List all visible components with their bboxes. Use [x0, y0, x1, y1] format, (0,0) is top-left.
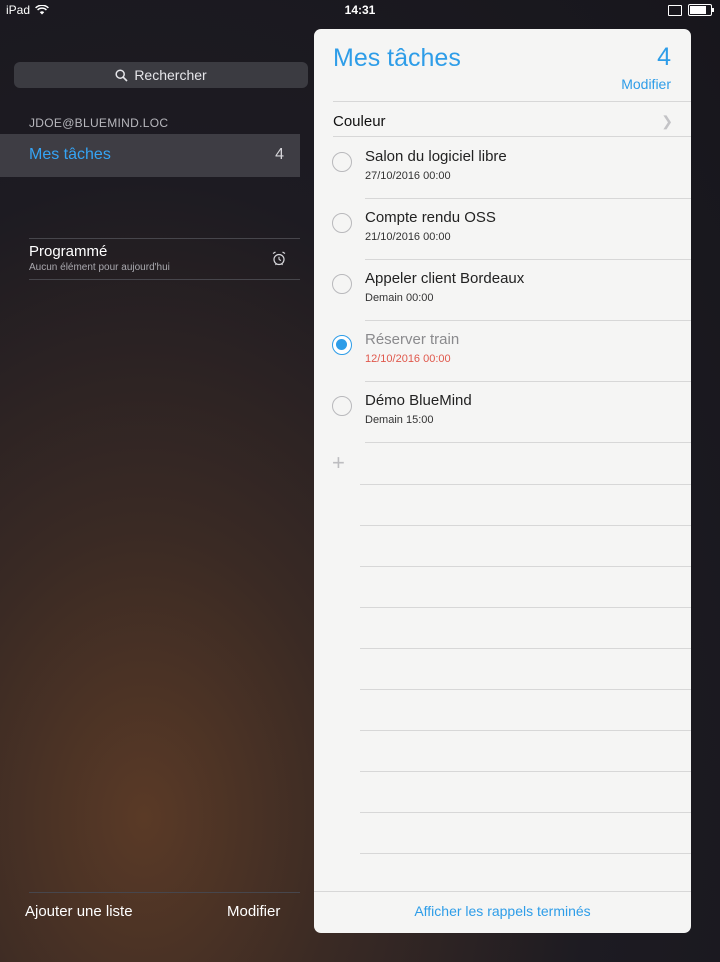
task-row[interactable]: Démo BlueMind Demain 15:00	[314, 382, 691, 443]
task-checkbox-checked[interactable]	[332, 335, 352, 355]
empty-line	[360, 771, 691, 772]
task-date: 27/10/2016 00:00	[365, 170, 451, 182]
task-date: 21/10/2016 00:00	[365, 231, 451, 243]
task-date: Demain 15:00	[365, 414, 434, 426]
empty-line	[360, 730, 691, 731]
sidebar-edit-button[interactable]: Modifier	[227, 903, 280, 920]
task-title: Salon du logiciel libre	[365, 148, 507, 165]
battery-icon	[688, 4, 714, 16]
color-setting[interactable]: Couleur	[333, 113, 386, 130]
empty-line	[360, 525, 691, 526]
task-count: 4	[657, 43, 671, 71]
status-bar: iPad 14:31	[0, 0, 720, 20]
sidebar-item-mes-taches[interactable]: Mes tâches 4	[0, 134, 300, 177]
empty-line	[360, 607, 691, 608]
add-list-button[interactable]: Ajouter une liste	[25, 903, 133, 920]
add-task-button[interactable]: +	[332, 452, 345, 474]
divider	[29, 892, 300, 893]
task-title: Compte rendu OSS	[365, 209, 496, 226]
scheduled-subtitle: Aucun élément pour aujourd'hui	[29, 262, 170, 273]
task-checkbox[interactable]	[332, 396, 352, 416]
divider	[333, 136, 691, 137]
show-completed-button[interactable]: Afficher les rappels terminés	[314, 903, 691, 919]
task-checkbox[interactable]	[332, 213, 352, 233]
divider	[29, 238, 300, 239]
divider	[333, 101, 691, 102]
task-title: Réserver train	[365, 331, 460, 348]
task-row-completed[interactable]: Réserver train 12/10/2016 00:00	[314, 321, 691, 382]
task-title: Appeler client Bordeaux	[365, 270, 525, 287]
sidebar-item-scheduled[interactable]: Programmé Aucun élément pour aujourd'hui	[29, 243, 300, 273]
task-title: Démo BlueMind	[365, 392, 472, 409]
task-row[interactable]: Salon du logiciel libre 27/10/2016 00:00	[314, 138, 691, 199]
task-row[interactable]: Appeler client Bordeaux Demain 00:00	[314, 260, 691, 321]
scheduled-title: Programmé	[29, 243, 108, 260]
search-icon	[115, 68, 128, 82]
airplay-icon	[668, 4, 682, 16]
empty-line	[360, 566, 691, 567]
battery-level	[690, 6, 707, 14]
account-header: JDOE@BLUEMIND.LOC	[29, 116, 169, 130]
sidebar-item-label: Mes tâches	[29, 146, 111, 163]
chevron-right-icon: ❯	[661, 113, 673, 129]
empty-line	[360, 853, 691, 854]
task-checkbox[interactable]	[332, 152, 352, 172]
status-time: 14:31	[344, 3, 376, 17]
edit-button[interactable]: Modifier	[621, 76, 671, 92]
divider	[365, 442, 691, 443]
divider	[29, 279, 300, 280]
alarm-clock-icon	[272, 251, 286, 266]
empty-line	[360, 648, 691, 649]
task-date: Demain 00:00	[365, 292, 434, 304]
search-field[interactable]: Rechercher	[14, 62, 308, 88]
task-checkbox[interactable]	[332, 274, 352, 294]
page-title: Mes tâches	[333, 44, 461, 72]
footer-divider	[314, 891, 691, 892]
task-row[interactable]: Compte rendu OSS 21/10/2016 00:00	[314, 199, 691, 260]
search-label: Rechercher	[134, 67, 207, 83]
empty-line	[360, 689, 691, 690]
empty-line	[360, 484, 691, 485]
task-date: 12/10/2016 00:00	[365, 353, 451, 365]
sidebar-item-count: 4	[275, 146, 284, 163]
status-right	[668, 4, 714, 16]
empty-line	[360, 812, 691, 813]
task-list-panel: Mes tâches 4 Modifier Couleur ❯ Salon du…	[314, 29, 691, 933]
